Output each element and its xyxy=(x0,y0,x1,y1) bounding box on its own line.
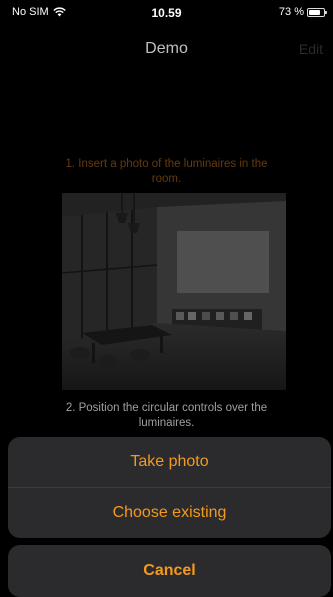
battery-percentage: 73 % xyxy=(278,6,304,18)
action-sheet-options: Take photo Choose existing xyxy=(8,437,331,538)
take-photo-button[interactable]: Take photo xyxy=(8,437,331,487)
choose-existing-button[interactable]: Choose existing xyxy=(8,488,331,538)
battery-icon xyxy=(307,7,327,17)
battery-status: 73 % xyxy=(278,6,327,18)
cancel-button[interactable]: Cancel xyxy=(8,545,331,597)
status-bar: No SIM 10.59 73 % xyxy=(0,0,333,26)
